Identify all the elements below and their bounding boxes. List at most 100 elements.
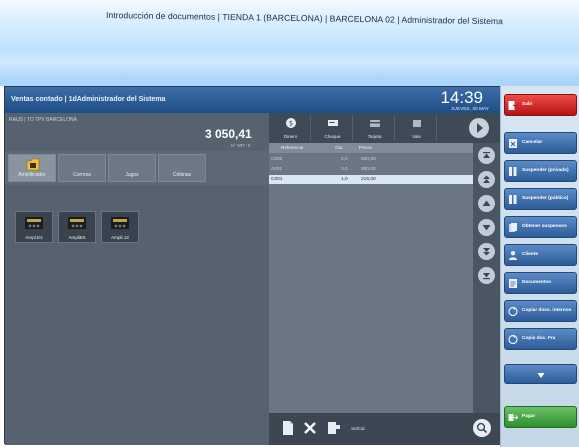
edit-line-icon[interactable] [325, 419, 343, 437]
double-down-icon [483, 248, 490, 256]
more-actions-button[interactable] [504, 364, 577, 384]
suspend-icon [509, 195, 517, 204]
documents-stack-icon [509, 223, 517, 232]
titlebar-glow [0, 50, 579, 76]
product-ampl-e4[interactable]: Ampl.E4 [15, 211, 53, 243]
customer-button[interactable]: Cliente [504, 244, 577, 266]
window-title: Introducción de documentos | TIENDA 1 (B… [105, 10, 504, 27]
customer-icon [509, 251, 517, 260]
payment-label: Vale [412, 134, 421, 139]
row-qty: 3,0 [341, 167, 348, 172]
product-label: Ampl.E4 [25, 235, 43, 240]
svg-text:$: $ [289, 120, 293, 128]
table-row-selected[interactable]: C001 1,0 215,00 [269, 175, 473, 184]
action-label: Suspender (privado) [522, 168, 569, 174]
row-price: 900,00 [361, 167, 376, 172]
action-label: Cliente [522, 252, 538, 258]
payment-next-arrow-icon[interactable] [469, 118, 489, 138]
sale-title: Ventas contado | 1dAdministrador del Sis… [11, 96, 166, 103]
exit-icon [508, 101, 518, 110]
total-amount: 3 050,41 [205, 127, 252, 141]
family-jugos[interactable]: Jugos [108, 154, 156, 182]
line-up-button[interactable] [478, 195, 495, 212]
amplifier-icon [111, 217, 129, 229]
copy-invoice-doc-button[interactable]: Copia doc. Fra [504, 328, 577, 350]
suspend-public-button[interactable]: Suspender (público) [504, 188, 577, 210]
row-price: 215,00 [361, 177, 376, 182]
line-navigation [473, 143, 501, 413]
family-correos[interactable]: Correos [58, 154, 106, 182]
payment-label: Tarjeta [367, 134, 382, 139]
header-cantidad[interactable]: Cta [335, 145, 342, 150]
row-price: 830,00 [361, 157, 376, 162]
row-qty: 1,0 [341, 177, 348, 182]
search-icon [476, 422, 488, 434]
header-precio[interactable]: Precio [359, 145, 372, 150]
table-row[interactable]: C002 2,0 830,00 [269, 155, 473, 164]
row-qty: 2,0 [341, 157, 348, 162]
window-titlebar: Introducción de documentos | TIENDA 1 (B… [0, 0, 579, 86]
action-label: Pagar [522, 414, 536, 420]
double-up-icon [483, 175, 490, 183]
up-icon [482, 200, 491, 206]
payment-label: Cheque [324, 134, 341, 139]
payment-dinero-button[interactable]: $ Dinero [271, 115, 311, 141]
action-label: Cancelar [522, 140, 543, 146]
first-line-button[interactable] [478, 147, 495, 164]
suspend-private-button[interactable]: Suspender (privado) [504, 160, 577, 182]
family-cribinas[interactable]: Cribinas [158, 154, 206, 182]
payment-tarjeta-button[interactable]: Tarjeta [355, 115, 395, 141]
payment-vale-button[interactable]: Vale [397, 115, 437, 141]
table-header: Referencia Cta Precio [269, 143, 473, 153]
catalog-area: RAUS | TO TPV BARCELONA 3 050,41 N° ART.… [5, 113, 269, 445]
suspend-icon [509, 167, 517, 176]
cash-icon: $ [286, 118, 296, 128]
family-amplificador[interactable]: Amplificador [8, 154, 56, 182]
chevron-down-icon [537, 373, 545, 378]
product-ampli-12[interactable]: Ampli.12 [101, 211, 139, 243]
documents-button[interactable]: Documentos [504, 272, 577, 294]
skip-down-icon [483, 273, 490, 280]
payment-strip: $ Dinero Cheque Tarjeta Vale [269, 113, 501, 143]
search-button[interactable] [473, 419, 491, 437]
down-icon [482, 225, 491, 231]
delete-line-icon[interactable] [301, 419, 319, 437]
voucher-icon [413, 120, 421, 127]
card-icon [370, 120, 380, 127]
copy-internal-docs-button[interactable]: Copiar docs. internos [504, 300, 577, 322]
table-row[interactable]: A001 3,0 900,00 [269, 165, 473, 174]
page-up-button[interactable] [478, 171, 495, 188]
family-label: Jugos [125, 172, 139, 178]
page-down-button[interactable] [478, 243, 495, 260]
payment-cheque-button[interactable]: Cheque [313, 115, 353, 141]
get-suspended-button[interactable]: Obtener suspensos [504, 216, 577, 238]
product-label: AmpliE5 [68, 235, 86, 240]
action-column: Salir Cancelar Suspender (privado) Suspe… [500, 86, 579, 447]
action-label: Copia doc. Fra [522, 336, 556, 342]
sale-lines-table: Referencia Cta Precio C002 2,0 830,00 A0… [269, 143, 473, 413]
family-bar: Amplificador Correos Jugos Cribinas [5, 151, 269, 185]
row-ref: C002 [271, 157, 283, 162]
skip-up-icon [483, 152, 490, 158]
amplifier-folder-icon [26, 158, 40, 171]
selcal-label[interactable]: SelCal [351, 426, 365, 431]
amplifier-icon [25, 217, 43, 229]
last-line-button[interactable] [478, 267, 495, 284]
article-count: N° ART.: 5 [231, 143, 251, 148]
family-label: Cribinas [172, 172, 192, 178]
line-down-button[interactable] [478, 219, 495, 236]
pos-header: Ventas contado | 1dAdministrador del Sis… [5, 87, 501, 113]
pay-icon [508, 414, 518, 421]
store-line: RAUS | TO TPV BARCELONA [9, 117, 77, 123]
new-document-icon[interactable] [279, 419, 297, 437]
cancel-doc-icon [509, 139, 517, 148]
action-label: Salir [522, 102, 533, 108]
pay-button[interactable]: Pagar [504, 406, 577, 428]
family-label: Correos [73, 172, 91, 178]
header-referencia[interactable]: Referencia [281, 145, 303, 150]
exit-button[interactable]: Salir [504, 94, 577, 116]
row-ref: C001 [271, 177, 283, 182]
cancel-button[interactable]: Cancelar [504, 132, 577, 154]
product-ampli-e5[interactable]: AmpliE5 [58, 211, 96, 243]
payment-label: Dinero [283, 134, 298, 139]
